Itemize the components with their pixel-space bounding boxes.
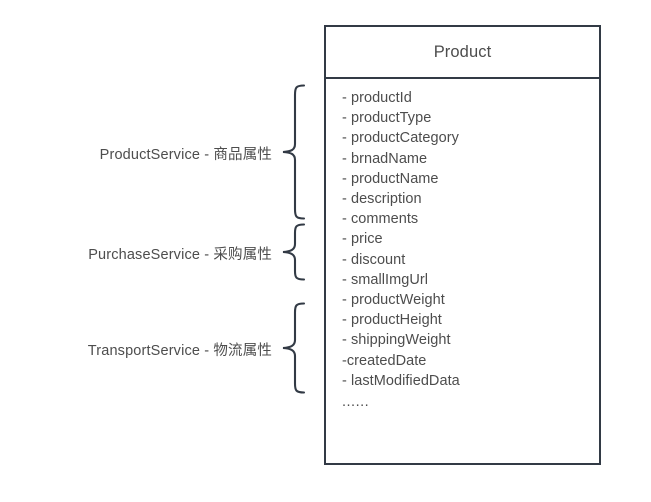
attribute-row: - smallImgUrl: [342, 271, 429, 288]
left-curly-brace-icon: [278, 302, 306, 394]
attribute-row: - description: [342, 191, 422, 208]
attribute-row: - comments: [342, 211, 419, 228]
attribute-row: - productCategory: [342, 130, 459, 147]
attribute-row: - price: [342, 231, 383, 248]
attribute-row: - discount: [342, 251, 406, 268]
group-label-transport-service: TransportService - 物流属性: [87, 343, 272, 359]
attribute-row: - productType: [342, 110, 432, 127]
attribute-row: - lastModifiedData: [342, 372, 460, 389]
class-header: Product: [326, 27, 599, 79]
attribute-row: -createdDate: [342, 352, 427, 369]
attribute-row: - productName: [342, 170, 439, 187]
attribute-row: - brnadName: [342, 150, 428, 167]
group-label-purchase-service: PurchaseService - 采购属性: [88, 247, 272, 263]
product-class-box: Product - productId - productType - prod…: [324, 25, 601, 465]
class-attribute-list: - productId - productType - productCateg…: [326, 79, 599, 414]
left-curly-brace-icon: [278, 223, 306, 281]
left-curly-brace-icon: [278, 84, 306, 220]
attribute-row: - productHeight: [342, 312, 442, 329]
diagram-canvas: Product - productId - productType - prod…: [0, 0, 651, 502]
attribute-row: - shippingWeight: [342, 332, 451, 349]
attribute-more-indicator: ......: [342, 394, 370, 411]
attribute-row: - productId: [342, 90, 412, 106]
group-label-product-service: ProductService - 商品属性: [99, 147, 272, 163]
attribute-row: - productWeight: [342, 292, 445, 309]
class-title: Product: [433, 42, 492, 61]
